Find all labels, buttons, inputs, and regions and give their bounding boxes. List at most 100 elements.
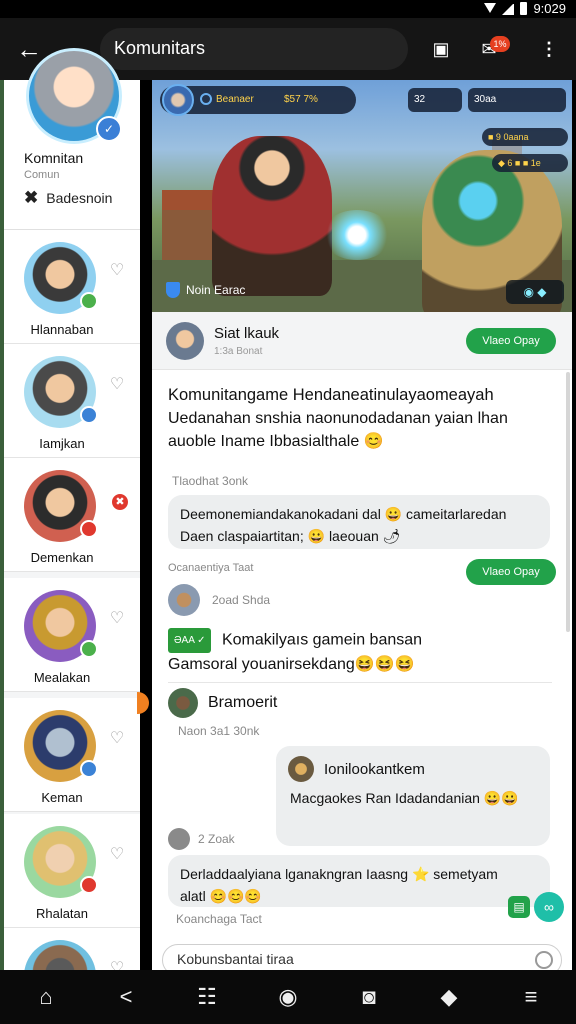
divider — [168, 682, 552, 683]
status-time: 9:029 — [533, 1, 566, 16]
verified-badge-icon: ✓ — [96, 116, 122, 142]
comment-author-row: 2oad Shda — [168, 584, 270, 616]
avatar[interactable] — [168, 688, 198, 718]
quoted-reply[interactable]: Ionilookantkem Macgaokes Ran Idadandania… — [276, 746, 550, 846]
home-icon[interactable]: ⌂ — [31, 982, 61, 1012]
quoted-author: Ionilookantkem — [324, 761, 425, 778]
menu-icon[interactable]: ≡ — [516, 982, 546, 1012]
status-dot — [80, 406, 98, 424]
profile-subtitle: Comun — [24, 169, 60, 181]
friend-item[interactable]: ♡ Hlannaban — [4, 230, 140, 344]
friend-name: Demenkan — [30, 550, 94, 565]
avatar[interactable] — [168, 584, 200, 616]
friend-name: Rhalatan — [35, 906, 89, 921]
comment-bubble[interactable]: Derladdaalyiana lganakngran Iaasng ⭐ sem… — [168, 855, 550, 907]
shield-icon — [166, 282, 180, 298]
hud-mini-stat: ◆ 6 ■ ■ 1e — [492, 154, 568, 172]
comment-meta: Koanchaga Tact — [176, 912, 262, 926]
friends-sidebar: Komnitan Comun ✖ Badesnoin ♡ Hlannaban ♡… — [4, 80, 140, 970]
comment-line: alatl 😊😊😊 — [180, 888, 262, 904]
box-icon[interactable]: ◆ — [434, 982, 464, 1012]
post-line: auoble Iname Ibbasialthale 😊 — [168, 433, 384, 450]
friend-item[interactable]: ♡ Keman — [4, 698, 140, 812]
comment-author-row: Bramoerit — [168, 688, 277, 718]
post-header: Siat lkauk 1:3a Bonat Vlaeo Opay — [152, 312, 572, 370]
comment-time: 2oad Shda — [212, 593, 271, 607]
avatar — [24, 940, 96, 970]
heart-icon[interactable]: ♡ — [108, 960, 126, 970]
remove-friend-icon[interactable]: ✖ — [112, 494, 128, 510]
friend-item[interactable]: ♡ Mealakan — [4, 578, 140, 692]
comment-input-placeholder: Kobunsbantai tiraa — [177, 951, 294, 967]
status-bar: 9:029 — [0, 0, 576, 18]
comment-bubble[interactable]: Deemonemiandakanokadani dal 😀 cameitarla… — [168, 495, 550, 549]
heart-icon[interactable]: ♡ — [108, 730, 126, 748]
post-body: Komunitangame Hendaneatinulayaomeayah Ue… — [168, 384, 564, 453]
avatar — [288, 756, 314, 782]
heart-icon[interactable]: ♡ — [108, 846, 126, 864]
friend-name: Iamjkan — [39, 436, 85, 451]
hud-label: Beanaer — [216, 94, 254, 105]
comment-line: Derladdaalyiana lganakngran Iaasng ⭐ sem… — [180, 866, 498, 882]
game-tag: ƏAA ✓ — [168, 628, 212, 653]
hud-mini-stat: ■ 9 0aana — [482, 128, 568, 146]
apps-icon[interactable]: ☷ — [192, 982, 222, 1012]
record-icon[interactable]: ◉ — [273, 982, 303, 1012]
page-title: Komunitars — [114, 38, 206, 58]
status-dot — [80, 876, 98, 894]
comment-line: Daen claspaiartitan; 😀 laeouan 🌶 — [180, 528, 401, 544]
comments-label: Tlaodhat 3onk — [172, 474, 249, 488]
image-icon[interactable]: ▤ — [508, 896, 530, 918]
post-time: 1:3a Bonat — [214, 346, 263, 357]
profile-tools[interactable]: ✖ Badesnoin — [24, 188, 112, 208]
status-dot — [80, 760, 98, 778]
feed-scrollbar[interactable] — [566, 372, 570, 632]
coin-icon — [200, 93, 212, 105]
signal-icon — [502, 3, 515, 15]
comment-line: Deemonemiandakanokadani dal 😀 cameitarla… — [180, 506, 507, 522]
friend-item[interactable]: ♡ Rhalatan — [4, 814, 140, 928]
post-line: Uedanahan snshia naonunodadanan yaian lh… — [168, 410, 508, 427]
battery-icon — [520, 2, 528, 15]
friend-name: Hlannaban — [30, 322, 94, 337]
community-feed: Siat lkauk 1:3a Bonat Vlaeo Opay Komunit… — [152, 312, 572, 970]
status-dot — [80, 640, 98, 658]
link-icon[interactable]: ∞ — [534, 892, 564, 922]
hud-avatar — [162, 84, 194, 116]
banner-caption-text: Noin Earac — [186, 283, 246, 297]
refresh-icon[interactable] — [535, 951, 553, 969]
banner-hud-left: Beanaer $57 7% — [160, 84, 356, 116]
friend-item[interactable]: ♡ Iamjkan — [4, 344, 140, 458]
friend-item[interactable]: ✖ Demenkan — [4, 458, 140, 572]
bottom-nav: ⌂ < ☷ ◉ ◙ ◆ ≡ — [0, 970, 576, 1024]
video-button[interactable]: Vlaeo Opay — [466, 328, 556, 354]
comment-time: Naon 3a1 30nk — [178, 724, 260, 738]
wifi-icon — [484, 2, 497, 15]
heart-icon[interactable]: ♡ — [108, 610, 126, 628]
profile-name: Komnitan — [24, 150, 84, 166]
comment-input[interactable]: Kobunsbantai tiraa — [162, 944, 562, 970]
friend-item[interactable]: ♡ — [4, 928, 140, 970]
more-options-icon[interactable]: ⋮ — [536, 36, 562, 62]
back-arrow-icon[interactable]: ← — [14, 34, 44, 64]
banner-caption: Noin Earac — [166, 282, 245, 298]
hud-counter: 32 — [408, 88, 462, 112]
camera-icon[interactable]: ◙ — [354, 982, 384, 1012]
tools-label: Badesnoin — [46, 190, 113, 206]
banner-controls[interactable]: ◉ ◆ — [506, 280, 564, 304]
heart-icon[interactable]: ♡ — [108, 262, 126, 280]
cast-icon[interactable]: ▣ — [428, 36, 454, 62]
post-line: Komunitangame Hendaneatinulayaomeayah — [168, 386, 494, 404]
sidebar-scroll-marker[interactable] — [137, 692, 149, 714]
heart-icon[interactable]: ♡ — [108, 376, 126, 394]
comment-author[interactable]: Bramoerit — [208, 694, 277, 712]
back-icon[interactable]: < — [111, 982, 141, 1012]
comment-meta: Ocanaentiya Taat — [168, 562, 254, 574]
tools-icon: ✖ — [24, 188, 39, 207]
video-button[interactable]: Vlaeo Opay — [466, 559, 556, 585]
post-author[interactable]: Siat lkauk — [214, 325, 279, 342]
avatar[interactable] — [168, 828, 190, 850]
avatar[interactable] — [166, 322, 204, 360]
notification-badge: 1% — [490, 36, 510, 52]
game-banner[interactable]: Beanaer $57 7% 32 30aa ■ 9 0aana ◆ 6 ■ ■… — [152, 80, 572, 312]
